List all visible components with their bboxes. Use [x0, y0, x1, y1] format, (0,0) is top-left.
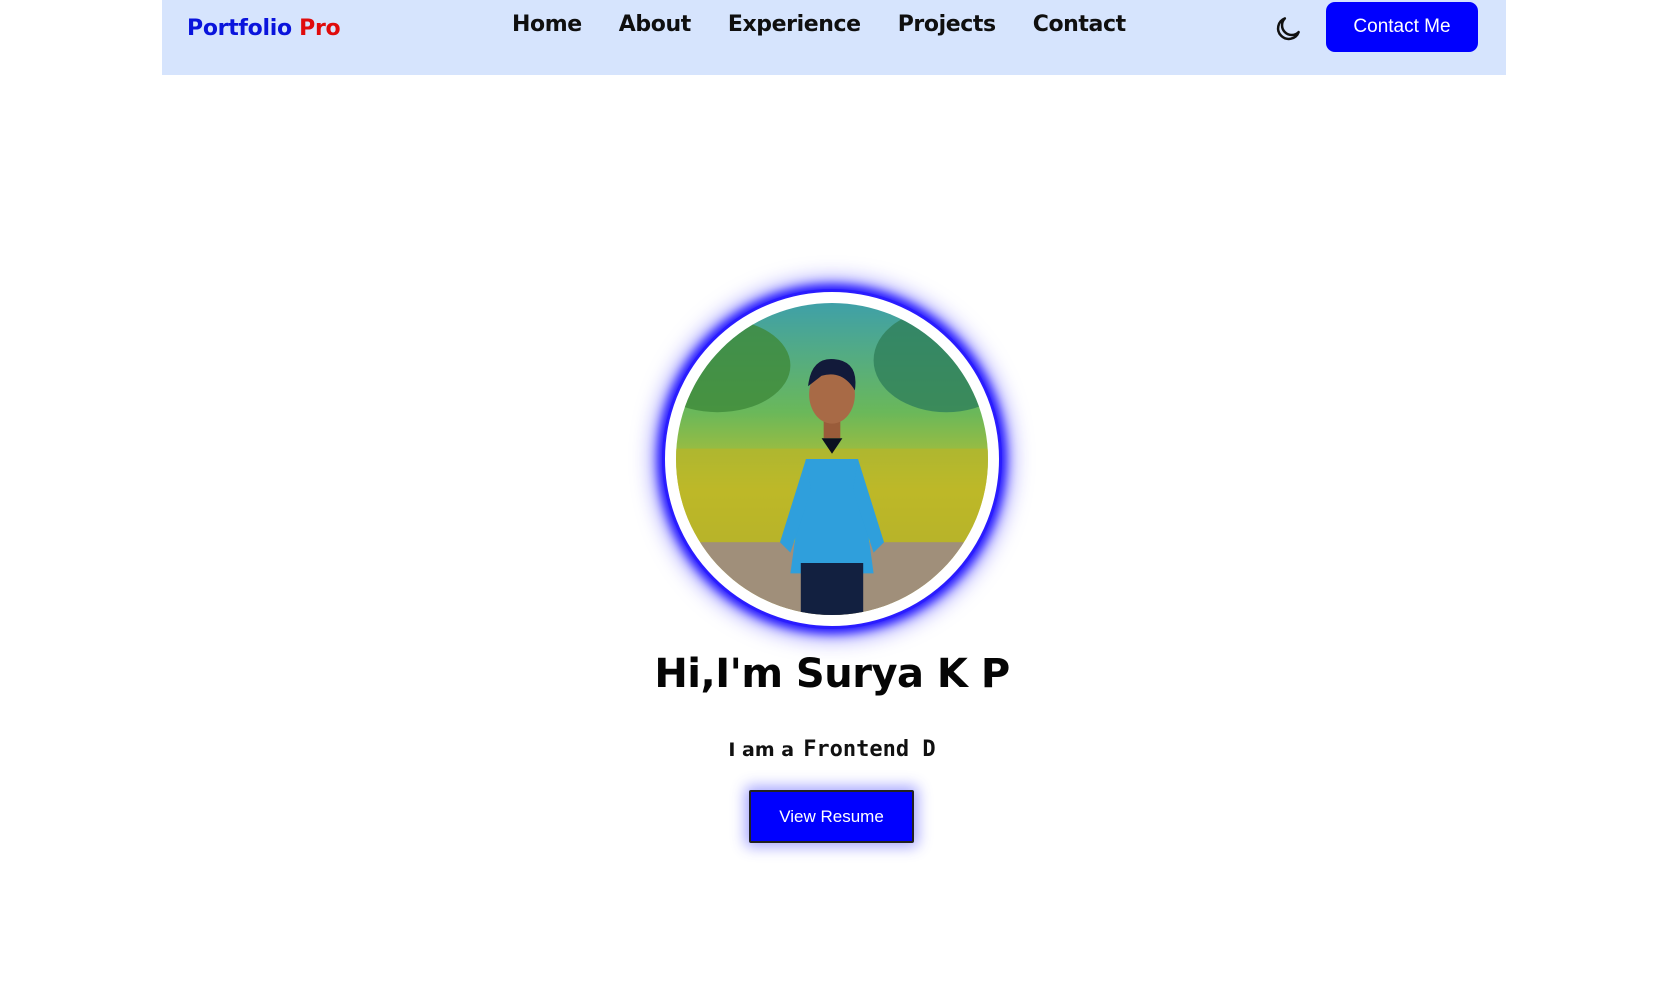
nav-link-experience[interactable]: Experience — [728, 12, 861, 37]
brand-part-1: Portfolio — [187, 16, 292, 41]
contact-me-button[interactable]: Contact Me — [1326, 2, 1478, 52]
nav-link-home[interactable]: Home — [512, 12, 582, 37]
role-prefix: I am a — [728, 739, 795, 761]
nav-link-contact[interactable]: Contact — [1033, 12, 1126, 37]
nav-link-about[interactable]: About — [619, 12, 691, 37]
moon-icon[interactable] — [1273, 14, 1303, 44]
brand-part-2: Pro — [299, 16, 341, 41]
profile-photo — [676, 303, 988, 615]
role-typed-text: Frontend D — [803, 737, 936, 762]
navbar: Portfolio Pro Home About Experience Proj… — [162, 0, 1506, 75]
profile-photo-frame — [662, 289, 1002, 629]
hero-role-line: I am a Frontend D — [0, 737, 1664, 762]
view-resume-button[interactable]: View Resume — [749, 790, 914, 843]
nav-link-projects[interactable]: Projects — [898, 12, 996, 37]
hero-greeting: Hi,I'm Surya K P — [654, 651, 1010, 697]
brand-logo[interactable]: Portfolio Pro — [187, 16, 341, 41]
nav-links: Home About Experience Projects Contact — [512, 12, 1126, 37]
